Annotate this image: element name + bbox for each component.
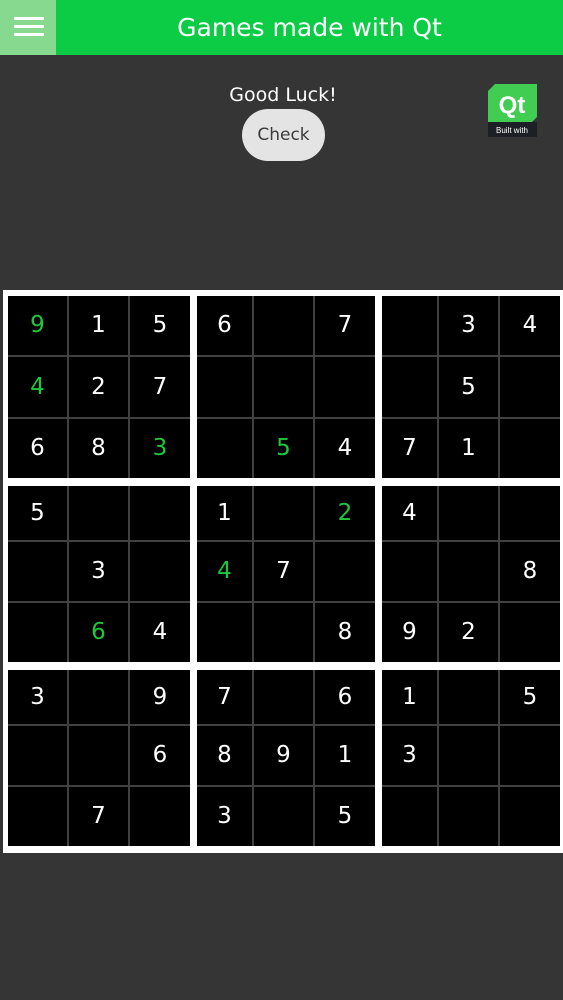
sudoku-cell[interactable] [315, 542, 375, 601]
sudoku-cell[interactable]: 3 [197, 787, 252, 846]
sudoku-cell[interactable]: 4 [8, 357, 67, 417]
sudoku-cell[interactable]: 7 [197, 670, 252, 724]
sudoku-cell[interactable]: 6 [69, 603, 128, 662]
sudoku-cell[interactable]: 4 [315, 419, 375, 478]
sudoku-cell[interactable] [130, 486, 190, 540]
sudoku-cell[interactable] [8, 726, 67, 785]
sudoku-cell[interactable]: 6 [130, 726, 190, 785]
sudoku-cell[interactable] [197, 419, 252, 478]
hamburger-menu-icon [14, 17, 44, 20]
sudoku-cell[interactable] [130, 542, 190, 601]
sudoku-cell[interactable] [500, 787, 560, 846]
sudoku-cell[interactable]: 5 [500, 670, 560, 724]
sudoku-cell[interactable]: 9 [382, 603, 437, 662]
sudoku-cell[interactable] [500, 726, 560, 785]
sudoku-cell[interactable]: 6 [315, 670, 375, 724]
sudoku-cell[interactable]: 3 [69, 542, 128, 601]
sudoku-cell[interactable] [254, 486, 313, 540]
app-header: Games made with Qt [0, 0, 563, 55]
sudoku-cell[interactable] [197, 357, 252, 417]
sudoku-cell[interactable] [69, 486, 128, 540]
menu-button[interactable] [0, 0, 56, 55]
sudoku-cell[interactable]: 6 [8, 419, 67, 478]
sudoku-cell[interactable]: 2 [439, 603, 498, 662]
sudoku-cell[interactable]: 1 [439, 419, 498, 478]
sudoku-cell[interactable]: 5 [130, 296, 190, 355]
hamburger-menu-icon-bar [14, 25, 44, 28]
sudoku-cell[interactable]: 1 [315, 726, 375, 785]
sudoku-cell[interactable] [8, 603, 67, 662]
sudoku-cell[interactable]: 7 [69, 787, 128, 846]
sudoku-cell[interactable]: 4 [500, 296, 560, 355]
sudoku-cell[interactable]: 3 [439, 296, 498, 355]
sudoku-cell[interactable] [254, 603, 313, 662]
sudoku-cell[interactable] [439, 726, 498, 785]
sudoku-cell[interactable]: 9 [130, 670, 190, 724]
sudoku-cell[interactable] [254, 787, 313, 846]
sudoku-cell[interactable] [439, 670, 498, 724]
sudoku-cell[interactable]: 1 [197, 486, 252, 540]
hamburger-menu-icon-bar [14, 33, 44, 36]
sudoku-cell[interactable] [254, 670, 313, 724]
sudoku-cell[interactable] [382, 296, 437, 355]
qt-logo-text: Qt [499, 92, 526, 119]
sudoku-cell[interactable]: 3 [8, 670, 67, 724]
sudoku-cell[interactable]: 8 [500, 542, 560, 601]
sudoku-cell[interactable] [8, 787, 67, 846]
sudoku-cell[interactable] [254, 357, 313, 417]
sudoku-cell[interactable] [500, 603, 560, 662]
sudoku-cell[interactable]: 7 [315, 296, 375, 355]
sudoku-cell[interactable] [500, 486, 560, 540]
bottom-area [0, 853, 563, 1000]
sudoku-cell[interactable] [315, 357, 375, 417]
status-message: Good Luck! [229, 84, 337, 106]
sudoku-cell[interactable]: 1 [382, 670, 437, 724]
sudoku-cell[interactable]: 3 [130, 419, 190, 478]
sudoku-cell[interactable]: 7 [382, 419, 437, 478]
sudoku-cell[interactable]: 5 [315, 787, 375, 846]
sudoku-cell[interactable] [254, 296, 313, 355]
sudoku-cell[interactable]: 7 [130, 357, 190, 417]
sudoku-cell[interactable]: 6 [197, 296, 252, 355]
sudoku-cell[interactable]: 8 [315, 603, 375, 662]
sudoku-cell[interactable]: 4 [382, 486, 437, 540]
sudoku-cell[interactable]: 1 [69, 296, 128, 355]
check-button[interactable]: Check [242, 109, 325, 161]
sudoku-cell[interactable] [439, 787, 498, 846]
sudoku-cell[interactable]: 3 [382, 726, 437, 785]
sudoku-cell[interactable]: 5 [439, 357, 498, 417]
sudoku-cell[interactable] [130, 787, 190, 846]
sudoku-cell[interactable] [382, 542, 437, 601]
sudoku-cell[interactable]: 9 [254, 726, 313, 785]
header-title: Games made with Qt [177, 13, 442, 42]
sudoku-cell[interactable] [8, 542, 67, 601]
qt-logo-subtext: Built with [496, 126, 528, 135]
qt-built-with-logo: Qt Built with [488, 84, 537, 137]
sudoku-cell[interactable] [69, 726, 128, 785]
sudoku-cell[interactable] [197, 603, 252, 662]
sudoku-cell[interactable]: 5 [254, 419, 313, 478]
sudoku-cell[interactable]: 2 [69, 357, 128, 417]
sudoku-cell[interactable]: 7 [254, 542, 313, 601]
sudoku-cell[interactable] [382, 357, 437, 417]
sudoku-cell[interactable] [500, 419, 560, 478]
sudoku-cell[interactable]: 4 [197, 542, 252, 601]
sudoku-cell[interactable] [382, 787, 437, 846]
sudoku-cell[interactable] [69, 670, 128, 724]
sudoku-cell[interactable] [500, 357, 560, 417]
sudoku-board: 9156734427568354715124347864892397615689… [3, 290, 563, 853]
sudoku-cell[interactable]: 2 [315, 486, 375, 540]
sudoku-cell[interactable]: 8 [197, 726, 252, 785]
sudoku-cell[interactable] [439, 542, 498, 601]
sudoku-cell[interactable]: 4 [130, 603, 190, 662]
sudoku-cell[interactable]: 5 [8, 486, 67, 540]
sudoku-cell[interactable] [439, 486, 498, 540]
sudoku-cell[interactable]: 9 [8, 296, 67, 355]
sudoku-cell[interactable]: 8 [69, 419, 128, 478]
